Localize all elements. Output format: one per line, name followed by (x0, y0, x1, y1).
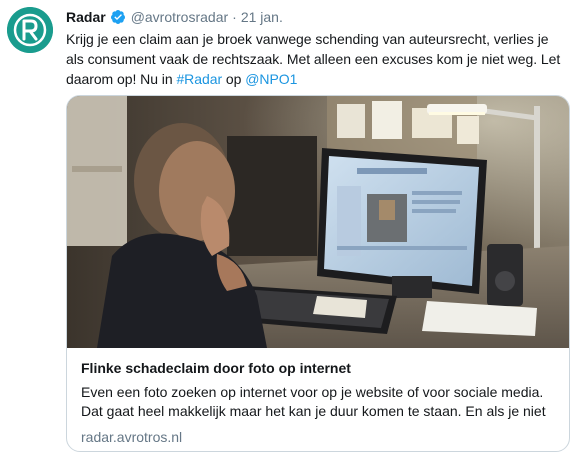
verified-badge-icon (110, 10, 125, 24)
card-photo (67, 96, 569, 348)
tweet-date[interactable]: 21 jan. (241, 9, 283, 25)
card-title[interactable]: Flinke schadeclaim door foto op internet (81, 358, 561, 378)
card-description: Even een foto zoeken op internet voor op… (81, 384, 546, 419)
mention-link[interactable]: @NPO1 (245, 71, 297, 87)
author-name[interactable]: Radar (66, 9, 106, 25)
hashtag-link[interactable]: #Radar (176, 71, 222, 87)
card-image[interactable] (67, 96, 569, 348)
card-domain[interactable]: radar.avrotros.nl (81, 427, 561, 447)
card-text: Flinke schadeclaim door foto op internet… (81, 358, 561, 447)
avatar[interactable] (7, 7, 53, 53)
tweet-text-main: Krijg je een claim aan je broek vanwege … (66, 31, 561, 87)
tweet-text: Krijg je een claim aan je broek vanwege … (66, 29, 566, 89)
author-handle[interactable]: @avrotrosradar (131, 9, 228, 25)
header-separator: · (232, 9, 237, 25)
tweet-text-connector: op (222, 71, 246, 87)
tweet-header: Radar @avrotrosradar · 21 jan. (66, 7, 283, 27)
tweet[interactable]: Radar @avrotrosradar · 21 jan. Krijg je … (0, 0, 577, 458)
link-card[interactable]: Flinke schadeclaim door foto op internet… (66, 95, 570, 452)
radar-logo-icon (7, 7, 53, 53)
